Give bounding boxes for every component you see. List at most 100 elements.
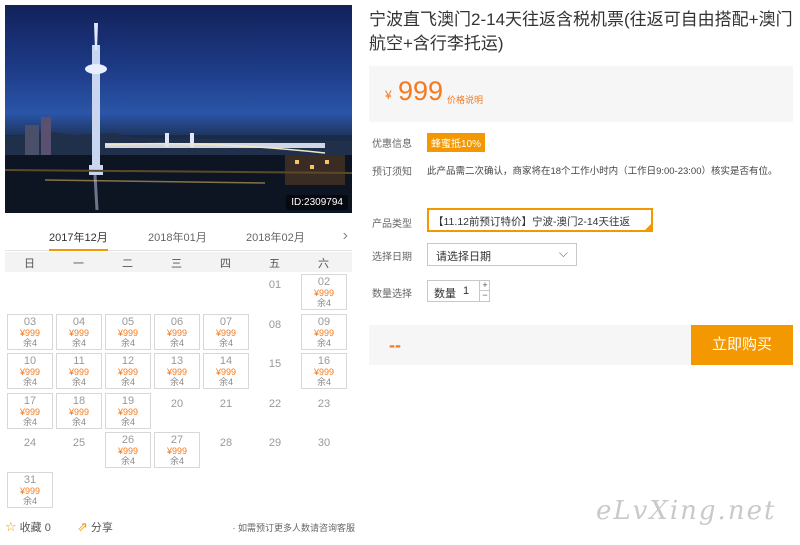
month-tabs: 2017年12月 2018年01月 2018年02月 › [5,225,352,251]
date-select-value: 请选择日期 [436,251,491,263]
day-remaining: 余4 [169,456,184,466]
chevron-down-icon: ⌵ [558,246,568,260]
product-photo: ID:2309794 [5,5,352,213]
type-label: 产品类型 [372,219,412,230]
day-price: ¥999 [313,327,335,338]
calendar-day-22: 22 [252,393,298,429]
calendar-day-15: 15 [252,353,298,389]
star-icon: ☆ [5,519,17,534]
calendar-day-10[interactable]: 10 ¥999 余4 [7,353,53,389]
day-price: ¥999 [166,327,188,338]
day-number: 22 [268,397,282,410]
day-number: 18 [72,394,86,407]
day-number: 30 [317,437,331,449]
day-price: ¥999 [313,288,335,298]
day-price: ¥999 [19,406,41,417]
date-calendar: 日 一 二 三 四 五 六 01 02 ¥999 余4 03 ¥999 余4 04 ¥999 余4… [5,252,352,512]
day-remaining: 余4 [22,416,37,427]
price-explanation-link[interactable]: 价格说明 [447,93,483,106]
day-number: 09 [317,315,331,328]
quantity-stepper: 数量 1 + − [427,280,490,302]
macau-tower-image [5,23,352,213]
calendar-day-13[interactable]: 13 ¥999 余4 [154,353,200,389]
day-price: ¥999 [117,406,139,417]
total-price: -- [389,335,401,355]
product-title: 宁波直飞澳门2-14天往返含税机票(往返可自由搭配+澳门航空+含行李托运) [369,10,793,53]
qty-value[interactable]: 1 [463,285,469,297]
calendar-day-11[interactable]: 11 ¥999 余4 [56,353,102,389]
tab-month-2017-12[interactable]: 2017年12月 [49,229,108,251]
tab-month-2018-01[interactable]: 2018年01月 [148,229,207,245]
day-number: 03 [23,315,37,328]
day-number: 19 [121,394,135,407]
chevron-right-icon[interactable]: › [343,227,348,245]
date-select[interactable]: 请选择日期 ⌵ [427,243,577,266]
day-number: 01 [268,279,282,291]
qty-decrement-button[interactable]: − [479,291,490,301]
day-price: ¥999 [166,367,188,377]
share-button[interactable]: ⇗ 分享 [77,519,113,535]
day-number: 24 [23,437,37,449]
calendar-day-14[interactable]: 14 ¥999 余4 [203,353,249,389]
calendar-day-24: 24 [7,432,53,468]
calendar-day-19[interactable]: 19 ¥999 余4 [105,392,151,429]
calendar-day-25: 25 [56,432,102,468]
calendar-day-03[interactable]: 03 ¥999 余4 [7,313,53,350]
day-remaining: 余4 [22,495,37,506]
day-remaining: 余4 [120,416,135,427]
calendar-day-07[interactable]: 07 ¥999 余4 [203,313,249,350]
favorite-button[interactable]: ☆ 收藏 0 [5,519,51,535]
share-label: 分享 [90,522,113,534]
day-number: 05 [121,315,135,328]
calendar-day-16[interactable]: 16 ¥999 余4 [301,353,347,389]
weekday-sun: 日 [24,258,35,270]
calendar-day-17[interactable]: 17 ¥999 余4 [7,392,53,429]
weekday-wed: 三 [171,258,182,270]
contact-note: · 如需预订更多人数请咨询客服 [232,523,356,533]
weekday-sat: 六 [318,258,329,270]
day-price: ¥999 [166,446,188,456]
day-remaining: 余4 [22,337,37,348]
day-number: 23 [317,397,331,410]
day-remaining: 余4 [71,337,86,348]
tab-month-2018-02[interactable]: 2018年02月 [246,229,305,245]
day-remaining: 余4 [218,337,233,348]
date-label: 选择日期 [372,252,412,263]
day-price: ¥999 [117,446,139,456]
day-number: 20 [170,397,184,410]
day-remaining: 余4 [120,337,135,348]
day-number: 06 [170,315,184,328]
calendar-day-30: 30 [301,432,347,468]
day-remaining: 余4 [169,337,184,348]
day-number: 28 [219,437,233,449]
calendar-day-12[interactable]: 12 ¥999 余4 [105,353,151,389]
calendar-day-09[interactable]: 09 ¥999 余4 [301,313,347,350]
calendar-day-18[interactable]: 18 ¥999 余4 [56,392,102,429]
calendar-day-04[interactable]: 04 ¥999 余4 [56,313,102,350]
day-number: 04 [72,315,86,328]
day-price: ¥999 [117,327,139,338]
product-type-option[interactable]: 【11.12前预订特价】宁波-澳门2-14天往返 [427,208,653,232]
site-watermark: eLvXing.net [596,496,777,526]
calendar-day-06[interactable]: 06 ¥999 余4 [154,313,200,350]
calendar-day-02[interactable]: 02 ¥999 余4 [301,274,347,310]
weekday-tue: 二 [122,258,133,270]
price-box: ¥ 999 价格说明 [369,66,793,122]
day-price: ¥999 [215,367,237,377]
day-number: 07 [219,315,233,328]
discount-badge: 蜂蜜抵10% [427,133,486,152]
day-price: ¥999 [19,485,41,496]
calendar-day-21: 21 [203,393,249,429]
calendar-day-29: 29 [252,432,298,468]
calendar-day-26[interactable]: 26 ¥999 余4 [105,432,151,468]
day-remaining: 余4 [169,377,184,387]
calendar-day-05[interactable]: 05 ¥999 余4 [105,313,151,350]
buy-now-button[interactable]: 立即购买 [691,325,793,365]
day-price: ¥999 [19,367,41,377]
day-number: 17 [23,394,37,407]
day-number: 29 [268,437,282,449]
day-price: ¥999 [19,327,41,338]
calendar-day-31[interactable]: 31 ¥999 余4 [7,471,53,508]
day-remaining: 余4 [120,456,135,466]
calendar-day-27[interactable]: 27 ¥999 余4 [154,432,200,468]
